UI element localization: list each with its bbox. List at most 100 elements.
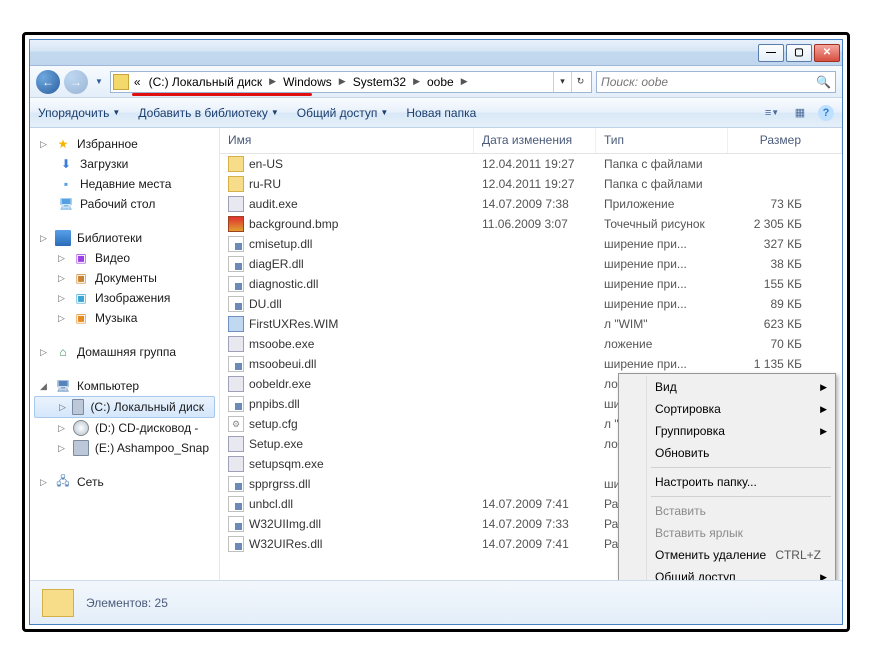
file-name: oobeldr.exe xyxy=(249,377,311,391)
column-type[interactable]: Тип xyxy=(596,128,728,153)
file-icon xyxy=(228,236,244,252)
sidebar-item-downloads[interactable]: ⬇Загрузки xyxy=(30,154,219,174)
file-type: ширение при... xyxy=(596,297,728,311)
file-row[interactable]: msoobeui.dllширение при...1 135 КБ xyxy=(220,354,842,374)
command-bar: Упорядочить▼ Добавить в библиотеку▼ Общи… xyxy=(30,98,842,128)
sidebar-item-video[interactable]: ▷▣Видео xyxy=(30,248,219,268)
file-name: ru-RU xyxy=(249,177,281,191)
file-date: 14.07.2009 7:41 xyxy=(474,537,596,551)
forward-button[interactable]: → xyxy=(64,70,88,94)
column-headers[interactable]: Имя Дата изменения Тип Размер xyxy=(220,128,842,154)
file-row[interactable]: cmisetup.dllширение при...327 КБ xyxy=(220,234,842,254)
column-size[interactable]: Размер xyxy=(728,128,842,153)
network-group[interactable]: ▷🖧Сеть xyxy=(30,472,219,492)
sidebar-item-documents[interactable]: ▷▣Документы xyxy=(30,268,219,288)
add-to-library-menu[interactable]: Добавить в библиотеку▼ xyxy=(138,106,278,120)
file-name: msoobeui.dll xyxy=(249,357,316,371)
preview-pane-button[interactable]: ▦ xyxy=(790,104,810,122)
search-input[interactable] xyxy=(601,75,816,89)
help-button[interactable]: ? xyxy=(818,105,834,121)
history-dropdown[interactable]: ▼ xyxy=(92,77,106,86)
menu-refresh[interactable]: Обновить xyxy=(621,442,833,464)
homegroup-group[interactable]: ▷⌂Домашняя группа xyxy=(30,342,219,362)
file-name: audit.exe xyxy=(249,197,298,211)
breadcrumb-prefix[interactable]: « xyxy=(131,75,144,89)
sidebar-item-desktop[interactable]: 🖥Рабочий стол xyxy=(30,194,219,214)
file-icon xyxy=(228,156,244,172)
file-date: 14.07.2009 7:41 xyxy=(474,497,596,511)
file-row[interactable]: background.bmp11.06.2009 3:07Точечный ри… xyxy=(220,214,842,234)
view-options-button[interactable]: ≡ ▼ xyxy=(762,104,782,122)
breadcrumb[interactable]: System32 xyxy=(350,75,409,89)
address-dropdown[interactable]: ▾ xyxy=(553,72,571,92)
navigation-bar: ← → ▼ « (C:) Локальный диск▶ Windows▶ Sy… xyxy=(30,66,842,98)
file-icon xyxy=(228,456,244,472)
breadcrumb[interactable]: oobe xyxy=(424,75,457,89)
chevron-right-icon[interactable]: ▶ xyxy=(459,76,470,87)
new-folder-button[interactable]: Новая папка xyxy=(406,106,476,120)
organize-menu[interactable]: Упорядочить▼ xyxy=(38,106,120,120)
column-name[interactable]: Имя xyxy=(220,128,474,153)
file-date: 12.04.2011 19:27 xyxy=(474,157,596,171)
close-button[interactable]: ✕ xyxy=(814,44,840,62)
sidebar-item-drive-e[interactable]: ▷(E:) Ashampoo_Snap xyxy=(30,438,219,458)
file-name: pnpibs.dll xyxy=(249,397,300,411)
address-bar[interactable]: « (C:) Локальный диск▶ Windows▶ System32… xyxy=(110,71,592,93)
file-name: W32UIRes.dll xyxy=(249,537,322,551)
file-row[interactable]: diagER.dllширение при...38 КБ xyxy=(220,254,842,274)
file-icon xyxy=(228,476,244,492)
back-button[interactable]: ← xyxy=(36,70,60,94)
search-box[interactable]: 🔍 xyxy=(596,71,836,93)
sidebar-item-drive-c[interactable]: ▷(C:) Локальный диск xyxy=(34,396,215,418)
chevron-right-icon[interactable]: ▶ xyxy=(267,76,278,87)
file-icon xyxy=(228,296,244,312)
chevron-right-icon[interactable]: ▶ xyxy=(337,76,348,87)
share-menu[interactable]: Общий доступ▼ xyxy=(297,106,389,120)
menu-customize-folder[interactable]: Настроить папку... xyxy=(621,471,833,493)
column-date[interactable]: Дата изменения xyxy=(474,128,596,153)
file-name: background.bmp xyxy=(249,217,338,231)
favorites-group[interactable]: ▷★Избранное xyxy=(30,134,219,154)
computer-group[interactable]: ◢🖥Компьютер xyxy=(30,376,219,396)
file-type: л "WIM" xyxy=(596,317,728,331)
menu-view[interactable]: Вид▶ xyxy=(621,376,833,398)
breadcrumb[interactable]: Windows xyxy=(280,75,335,89)
file-date: 14.07.2009 7:33 xyxy=(474,517,596,531)
menu-sort[interactable]: Сортировка▶ xyxy=(621,398,833,420)
file-row[interactable]: DU.dllширение при...89 КБ xyxy=(220,294,842,314)
sidebar-item-drive-d[interactable]: ▷(D:) CD-дисковод - xyxy=(30,418,219,438)
libraries-group[interactable]: ▷Библиотеки xyxy=(30,228,219,248)
breadcrumb[interactable]: (C:) Локальный диск xyxy=(146,75,266,89)
sidebar-item-images[interactable]: ▷▣Изображения xyxy=(30,288,219,308)
file-list-pane[interactable]: Имя Дата изменения Тип Размер en-US 12.04… xyxy=(220,128,842,580)
menu-share[interactable]: Общий доступ▶ xyxy=(621,566,833,580)
minimize-button[interactable]: — xyxy=(758,44,784,62)
file-date: 11.06.2009 3:07 xyxy=(474,217,596,231)
refresh-button[interactable]: ↻ xyxy=(571,72,589,92)
menu-paste-shortcut: Вставить ярлык xyxy=(621,522,833,544)
maximize-button[interactable]: ▢ xyxy=(786,44,812,62)
file-name: en-US xyxy=(249,157,283,171)
file-icon xyxy=(228,216,244,232)
search-icon[interactable]: 🔍 xyxy=(816,75,831,89)
file-size: 89 КБ xyxy=(728,297,842,311)
file-name: FirstUXRes.WIM xyxy=(249,317,338,331)
file-size: 155 КБ xyxy=(728,277,842,291)
file-row[interactable]: FirstUXRes.WIMл "WIM"623 КБ xyxy=(220,314,842,334)
menu-undo-delete[interactable]: Отменить удалениеCTRL+Z xyxy=(621,544,833,566)
file-name: diagER.dll xyxy=(249,257,304,271)
sidebar-item-music[interactable]: ▷▣Музыка xyxy=(30,308,219,328)
file-name: Setup.exe xyxy=(249,437,303,451)
file-row[interactable]: en-US12.04.2011 19:27Папка с файлами xyxy=(220,154,842,174)
folder-icon xyxy=(113,74,129,90)
menu-group[interactable]: Группировка▶ xyxy=(621,420,833,442)
chevron-right-icon[interactable]: ▶ xyxy=(411,76,422,87)
file-icon xyxy=(228,196,244,212)
file-icon xyxy=(228,316,244,332)
file-row[interactable]: audit.exe14.07.2009 7:38Приложение73 КБ xyxy=(220,194,842,214)
file-size: 70 КБ xyxy=(728,337,842,351)
sidebar-item-recent[interactable]: ▪Недавние места xyxy=(30,174,219,194)
file-row[interactable]: msoobe.exeложение70 КБ xyxy=(220,334,842,354)
file-row[interactable]: ru-RU12.04.2011 19:27Папка с файлами xyxy=(220,174,842,194)
file-row[interactable]: diagnostic.dllширение при...155 КБ xyxy=(220,274,842,294)
